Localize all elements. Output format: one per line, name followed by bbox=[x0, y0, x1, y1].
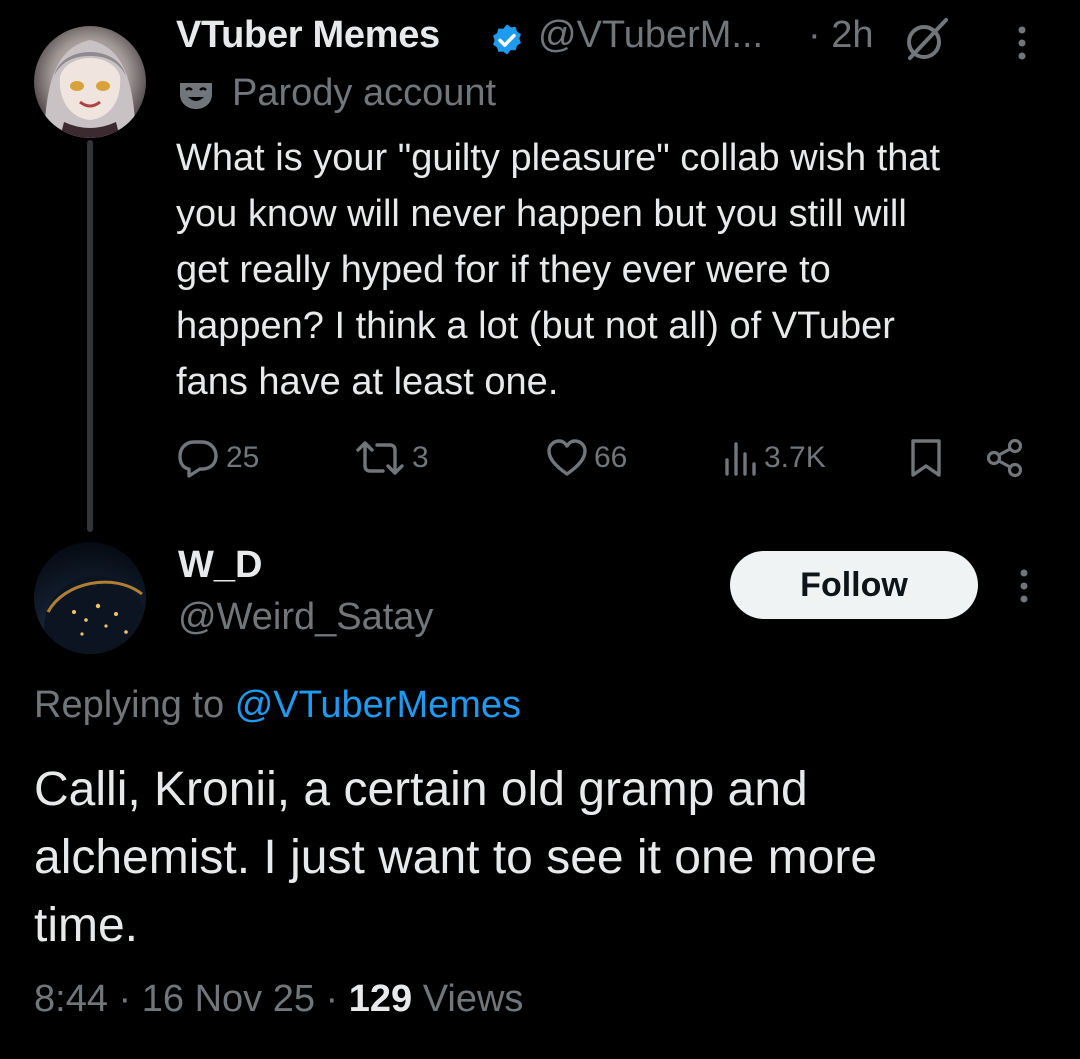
reply-author-avatar[interactable] bbox=[34, 542, 146, 654]
grok-icon[interactable] bbox=[900, 14, 954, 64]
retweet-count: 3 bbox=[412, 441, 429, 474]
tweet-meta: 8:44 · 16 Nov 25 · 129 Views bbox=[34, 978, 523, 1021]
heart-icon bbox=[547, 439, 587, 476]
like-button[interactable]: 66 bbox=[546, 430, 627, 486]
bookmark-icon bbox=[911, 439, 941, 477]
thread-connector-line bbox=[87, 140, 93, 532]
share-button[interactable] bbox=[984, 430, 1026, 486]
share-icon bbox=[986, 438, 1023, 478]
verified-badge-icon bbox=[493, 24, 521, 55]
parody-account-label: Parody account bbox=[232, 72, 497, 114]
view-count: 3.7K bbox=[764, 441, 826, 474]
reply-button[interactable]: 25 bbox=[176, 430, 259, 486]
more-options-icon[interactable] bbox=[1008, 22, 1036, 64]
reply-icon bbox=[178, 440, 218, 478]
like-count: 66 bbox=[594, 441, 628, 474]
replying-to-mention-link[interactable]: @VTuberMemes bbox=[235, 684, 521, 726]
bookmark-button[interactable] bbox=[906, 430, 946, 486]
retweet-icon bbox=[356, 441, 404, 475]
replying-to-prefix: Replying to bbox=[34, 684, 225, 726]
tweet-time[interactable]: 8:44 bbox=[34, 978, 108, 1020]
parent-author-name[interactable]: VTuber Memes bbox=[176, 14, 440, 57]
reply-author-name[interactable]: W_D bbox=[178, 544, 262, 587]
parent-tweet-text: What is your "guilty pleasure" collab wi… bbox=[176, 137, 941, 403]
reply-count: 25 bbox=[226, 441, 260, 474]
replying-to-line: Replying to @VTuberMemes bbox=[34, 684, 521, 727]
meta-separator: · bbox=[325, 978, 339, 1020]
parent-timestamp[interactable]: · 2h bbox=[808, 14, 873, 57]
avatar-image bbox=[44, 576, 146, 654]
retweet-button[interactable]: 3 bbox=[354, 430, 429, 486]
reply-tweet-text: Calli, Kronii, a certain old gramp and a… bbox=[34, 763, 878, 952]
views-button[interactable]: 3.7K bbox=[722, 430, 826, 486]
more-options-icon[interactable] bbox=[1010, 565, 1038, 607]
views-count: 129 bbox=[348, 978, 413, 1020]
parent-author-avatar[interactable] bbox=[34, 26, 146, 138]
avatar-image bbox=[44, 40, 136, 138]
meta-separator: · bbox=[118, 978, 132, 1020]
views-icon bbox=[725, 442, 756, 476]
parent-author-handle[interactable]: @VTuberM... bbox=[538, 14, 763, 57]
follow-button[interactable]: Follow bbox=[730, 551, 978, 619]
tweet-date[interactable]: 16 Nov 25 bbox=[142, 978, 315, 1020]
theater-mask-icon bbox=[180, 83, 212, 109]
reply-author-handle[interactable]: @Weird_Satay bbox=[178, 596, 433, 639]
views-label: Views bbox=[422, 978, 524, 1020]
